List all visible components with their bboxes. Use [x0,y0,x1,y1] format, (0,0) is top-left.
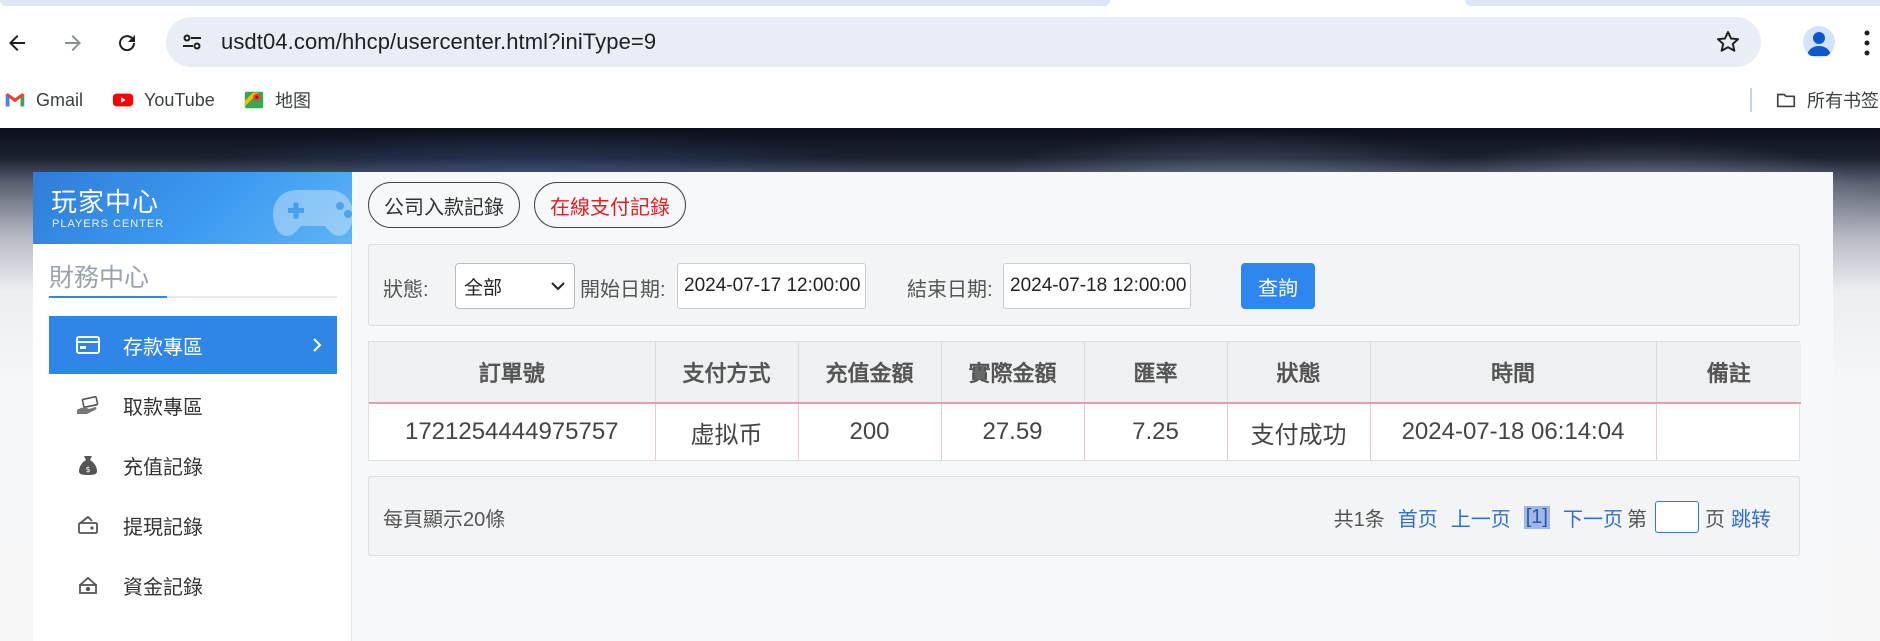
exchange-rate-cell: 7.25 [1084,403,1228,460]
column-header: 匯率 [1084,342,1228,404]
column-header: 實際金額 [941,342,1085,404]
per-page-text: 每頁顯示20條 [383,509,506,531]
payment-records-table: 訂單號 支付方式 充值金額 實際金額 匯率 狀態 時間 備註 172125444… [368,341,1801,461]
sidebar-item-recharge-records[interactable]: $ 充值記錄 [49,436,337,494]
bookmarks-divider [1750,88,1752,112]
start-date-label: 開始日期: [580,279,666,301]
url-text[interactable]: usdt04.com/hhcp/usercenter.html?iniType=… [221,29,656,55]
brand-title: 玩家中心 [51,187,160,217]
user-center-panel: 玩家中心 PLAYERS CENTER 財務中心 存款專區 取款專區 $ 充值記… [33,172,1833,641]
back-button[interactable] [0,26,34,60]
youtube-icon [112,93,134,107]
first-page-link[interactable]: 首页 [1398,503,1438,532]
pagination: 共1条 首页 上一页 [1] 下一页 第 页 跳转 [1334,501,1771,533]
payment-method-cell: 虚拟币 [655,403,799,460]
remark-cell [1656,403,1801,460]
sidebar-item-label: 存款專區 [123,336,203,359]
status-select[interactable]: 全部 [455,263,575,309]
chevron-down-icon [551,282,565,291]
coins-icon [79,576,97,594]
bookmark-star-icon[interactable] [1715,29,1741,55]
sidebar-item-withdraw-records[interactable]: 提現記錄 [49,496,337,554]
status-label: 狀態: [383,279,429,301]
start-date-input[interactable]: 2024-07-17 12:00:00 [677,263,866,309]
all-bookmarks-label: 所有书签 [1807,91,1879,111]
browser-toolbar: usdt04.com/hhcp/usercenter.html?iniType=… [0,8,1880,76]
page-number-input[interactable] [1655,501,1699,533]
bookmark-youtube[interactable]: YouTube [112,86,215,114]
bookmark-maps[interactable]: 地图 [243,86,311,114]
next-page-link[interactable]: 下一页 [1563,503,1623,532]
status-select-value: 全部 [464,277,503,299]
sidebar-item-label: 取款專區 [123,396,203,419]
pagination-bar: 每頁顯示20條 共1条 首页 上一页 [1] 下一页 第 页 跳转 [368,476,1800,556]
address-bar[interactable]: usdt04.com/hhcp/usercenter.html?iniType=… [166,17,1761,67]
sidebar-item-fund-records[interactable]: 資金記錄 [49,556,337,614]
gamepad-icon [273,190,352,236]
page-prefix: 第 [1627,508,1647,531]
reload-icon [119,35,136,52]
profile-avatar-icon[interactable] [1803,26,1835,58]
card-icon [76,336,100,354]
sidebar-item-label: 充值記錄 [123,456,203,479]
actual-amount-cell: 27.59 [941,403,1085,460]
column-header: 時間 [1370,342,1657,404]
tab-company-deposit-records[interactable]: 公司入款記錄 [368,182,520,228]
cash-hand-icon [77,396,99,414]
prev-page-link[interactable]: 上一页 [1451,503,1511,532]
bookmark-gmail[interactable]: Gmail [4,86,83,114]
money-bag-icon: $ [79,456,97,475]
sidebar-item-label: 資金記錄 [123,576,203,599]
table-header-row: 訂單號 支付方式 充值金額 實際金額 匯率 狀態 時間 備註 [369,342,1801,404]
forward-button[interactable] [56,26,90,60]
players-center-banner: 玩家中心 PLAYERS CENTER [33,172,352,244]
column-header: 備註 [1656,342,1801,404]
column-header: 訂單號 [369,342,656,404]
column-header: 狀態 [1227,342,1371,404]
all-bookmarks-button[interactable]: 所有书签 [1775,86,1879,114]
page-suffix: 页 [1705,508,1725,531]
column-header: 支付方式 [655,342,799,404]
column-header: 充值金額 [798,342,942,404]
recharge-amount-cell: 200 [798,403,942,460]
table-row: 1721254444975757 虚拟币 200 27.59 7.25 支付成功… [369,403,1801,460]
bookmarks-bar: Gmail YouTube 地图 所有书签 [0,76,1880,128]
time-cell: 2024-07-18 06:14:04 [1370,403,1657,460]
browser-menu-icon[interactable] [1862,28,1872,58]
back-arrow-icon [9,35,25,51]
total-count: 共1条 [1333,508,1385,531]
end-date-label: 結束日期: [907,279,993,301]
section-divider [49,296,337,298]
bookmark-label: 地图 [275,91,311,111]
sidebar-item-deposit[interactable]: 存款專區 [49,316,337,374]
bookmark-label: YouTube [144,89,215,110]
browser-tab[interactable] [0,0,1110,6]
page-background: 玩家中心 PLAYERS CENTER 財務中心 存款專區 取款專區 $ 充值記… [0,128,1880,641]
bookmark-label: Gmail [36,89,84,110]
end-date-input[interactable]: 2024-07-18 12:00:00 [1003,263,1191,309]
svg-text:$: $ [85,465,90,474]
tab-online-payment-records[interactable]: 在線支付記錄 [534,182,686,228]
sidebar-item-withdraw[interactable]: 取款專區 [49,376,337,434]
sidebar-item-label: 提現記錄 [123,516,203,539]
filter-bar: 狀態: 全部 開始日期: 2024-07-17 12:00:00 結束日期: 2… [368,244,1800,326]
chevron-right-icon [313,338,322,352]
sidebar: 玩家中心 PLAYERS CENTER 財務中心 存款專區 取款專區 $ 充值記… [33,172,352,641]
current-page: [1] [1523,505,1550,529]
tab-strip [0,0,1880,8]
forward-arrow-icon [65,35,81,51]
site-settings-icon[interactable] [180,30,204,54]
wallet-icon [78,515,98,534]
order-number-cell: 1721254444975757 [369,403,656,460]
reload-button[interactable] [110,26,144,60]
query-button[interactable]: 查詢 [1241,263,1315,309]
finance-center-title: 財務中心 [49,264,150,292]
maps-icon [244,91,264,109]
brand-subtitle: PLAYERS CENTER [52,218,165,230]
browser-tab[interactable] [1465,0,1880,6]
folder-icon [1776,93,1796,108]
gmail-icon [5,93,25,107]
jump-link[interactable]: 跳转 [1731,503,1771,532]
status-cell: 支付成功 [1227,403,1371,460]
